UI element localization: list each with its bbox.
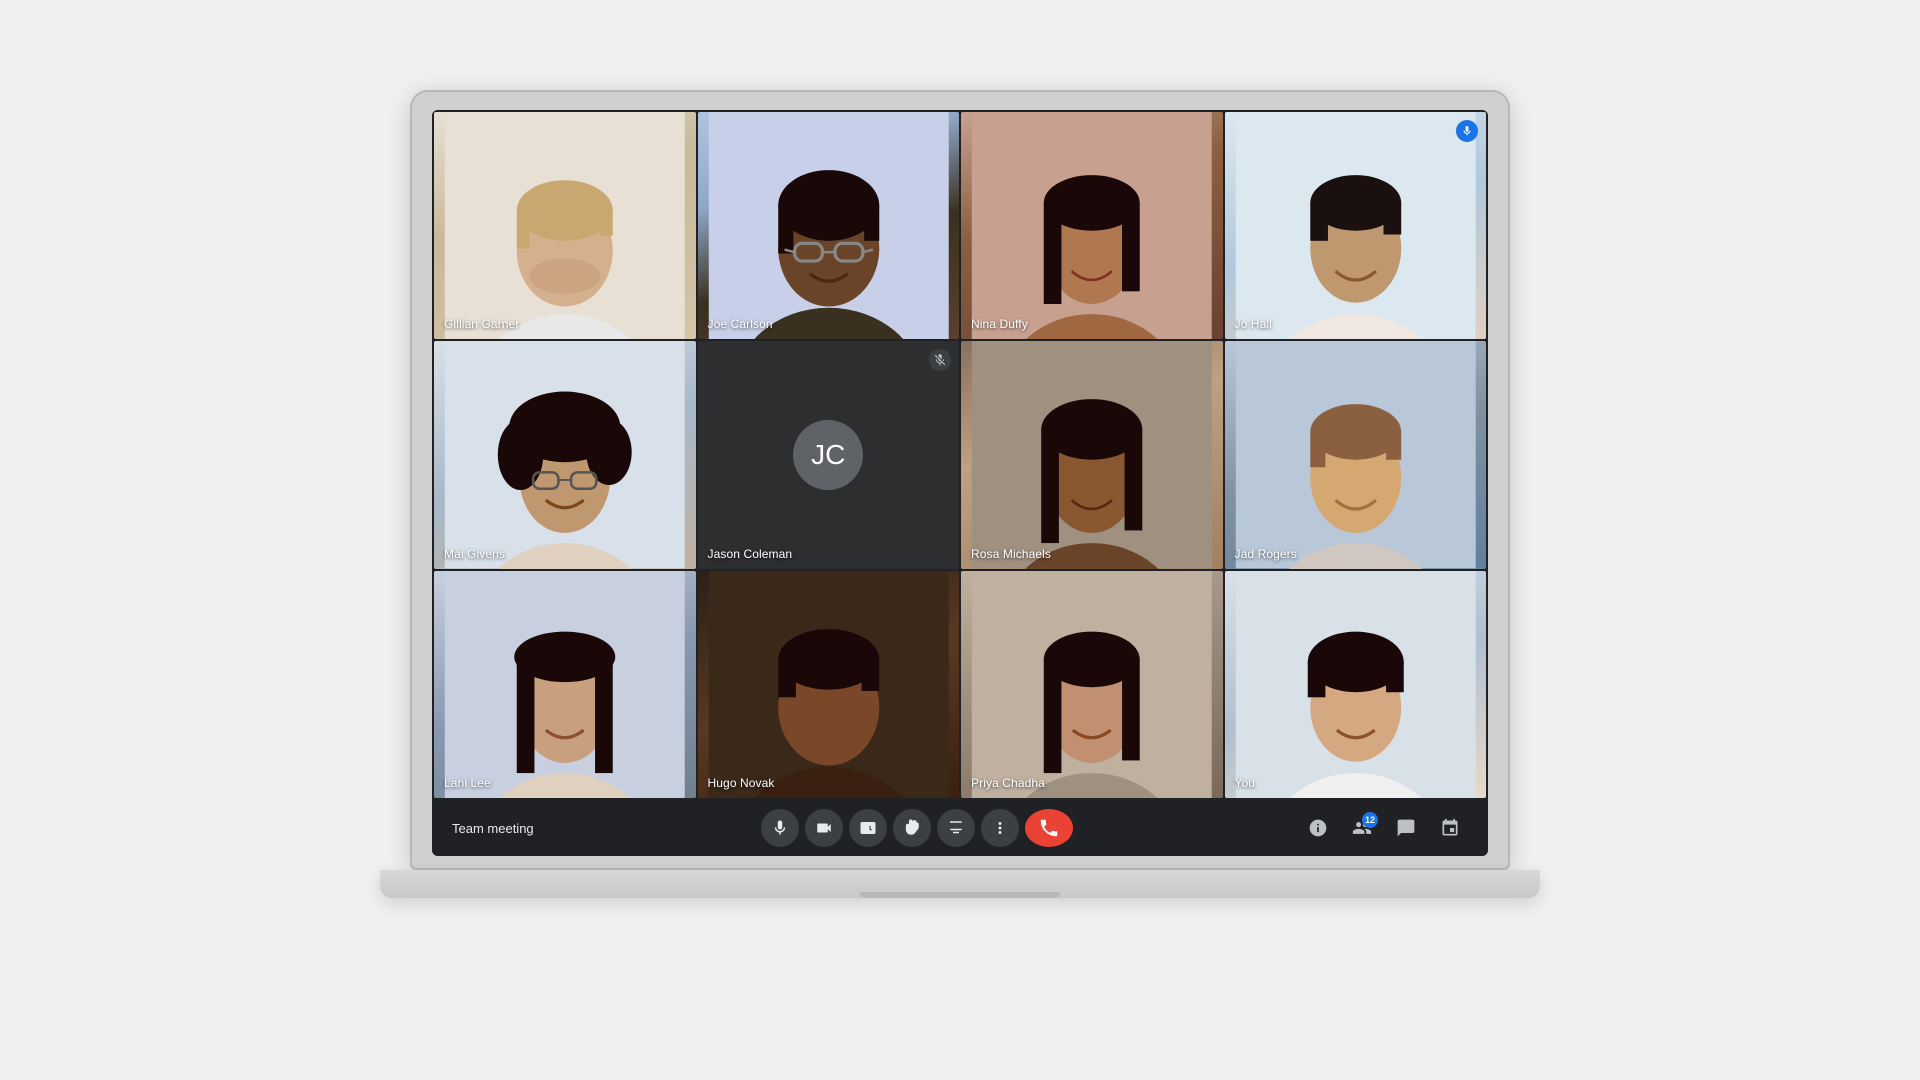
tile-name-1: Gillian Garner (444, 317, 519, 331)
tile-bg-1 (434, 112, 696, 339)
video-tile-1: Gillian Garner (434, 112, 696, 339)
laptop-screen-inner: Gillian Garner (432, 110, 1488, 856)
tile-bg-8 (1225, 341, 1487, 568)
tile-bg-11 (961, 571, 1223, 798)
people-count-badge: 12 (1362, 812, 1378, 828)
tile-name-12: You (1235, 776, 1256, 790)
tile-bg-9 (434, 571, 696, 798)
video-tile-4: Jo Hall (1225, 112, 1487, 339)
video-tile-5: Mai Givens (434, 341, 696, 568)
camera-button[interactable] (805, 809, 843, 847)
video-grid: Gillian Garner (432, 110, 1488, 800)
video-tile-12: You (1225, 571, 1487, 798)
more-options-button[interactable] (981, 809, 1019, 847)
video-tile-8: Jad Rogers (1225, 341, 1487, 568)
tile-name-7: Rosa Michaels (971, 547, 1051, 561)
tile-name-5: Mai Givens (444, 547, 505, 561)
controls-right: 12 (1300, 810, 1468, 846)
info-button[interactable] (1300, 810, 1336, 846)
video-tile-10: Hugo Novak (698, 571, 960, 798)
tile-bg-12 (1225, 571, 1487, 798)
video-tile-6: JC Jason Coleman (698, 341, 960, 568)
tile-name-4: Jo Hall (1235, 317, 1272, 331)
tile-bg-3 (961, 112, 1223, 339)
video-tile-9: Lani Lee (434, 571, 696, 798)
video-tile-7: Rosa Michaels (961, 341, 1223, 568)
tile-name-9: Lani Lee (444, 776, 491, 790)
laptop-screen-outer: Gillian Garner (410, 90, 1510, 870)
video-tile-11: Priya Chadha (961, 571, 1223, 798)
video-tile-3: Nina Duffy (961, 112, 1223, 339)
laptop-base (380, 870, 1540, 898)
tile-name-2: Joe Carlson (708, 317, 773, 331)
tile-name-8: Jad Rogers (1235, 547, 1297, 561)
avatar-6: JC (793, 420, 863, 490)
tile-name-11: Priya Chadha (971, 776, 1045, 790)
end-call-button[interactable] (1025, 809, 1073, 847)
video-tile-2: Joe Carlson (698, 112, 960, 339)
tile-name-10: Hugo Novak (708, 776, 775, 790)
captions-button[interactable] (849, 809, 887, 847)
bottom-bar: Team meeting (432, 800, 1488, 856)
tile-name-6: Jason Coleman (708, 547, 793, 561)
tile-bg-5 (434, 341, 696, 568)
controls-center (761, 809, 1073, 847)
chat-button[interactable] (1388, 810, 1424, 846)
meeting-name: Team meeting (452, 821, 534, 836)
people-button[interactable]: 12 (1344, 810, 1380, 846)
present-button[interactable] (937, 809, 975, 847)
tile-name-3: Nina Duffy (971, 317, 1028, 331)
tile-bg-2 (698, 112, 960, 339)
hand-button[interactable] (893, 809, 931, 847)
activities-button[interactable] (1432, 810, 1468, 846)
mic-button[interactable] (761, 809, 799, 847)
active-mic-badge (1456, 120, 1478, 142)
tile-bg-4 (1225, 112, 1487, 339)
laptop-shell: Gillian Garner (410, 90, 1510, 990)
mute-icon-6 (929, 349, 951, 371)
tile-bg-7 (961, 341, 1223, 568)
tile-bg-10 (698, 571, 960, 798)
